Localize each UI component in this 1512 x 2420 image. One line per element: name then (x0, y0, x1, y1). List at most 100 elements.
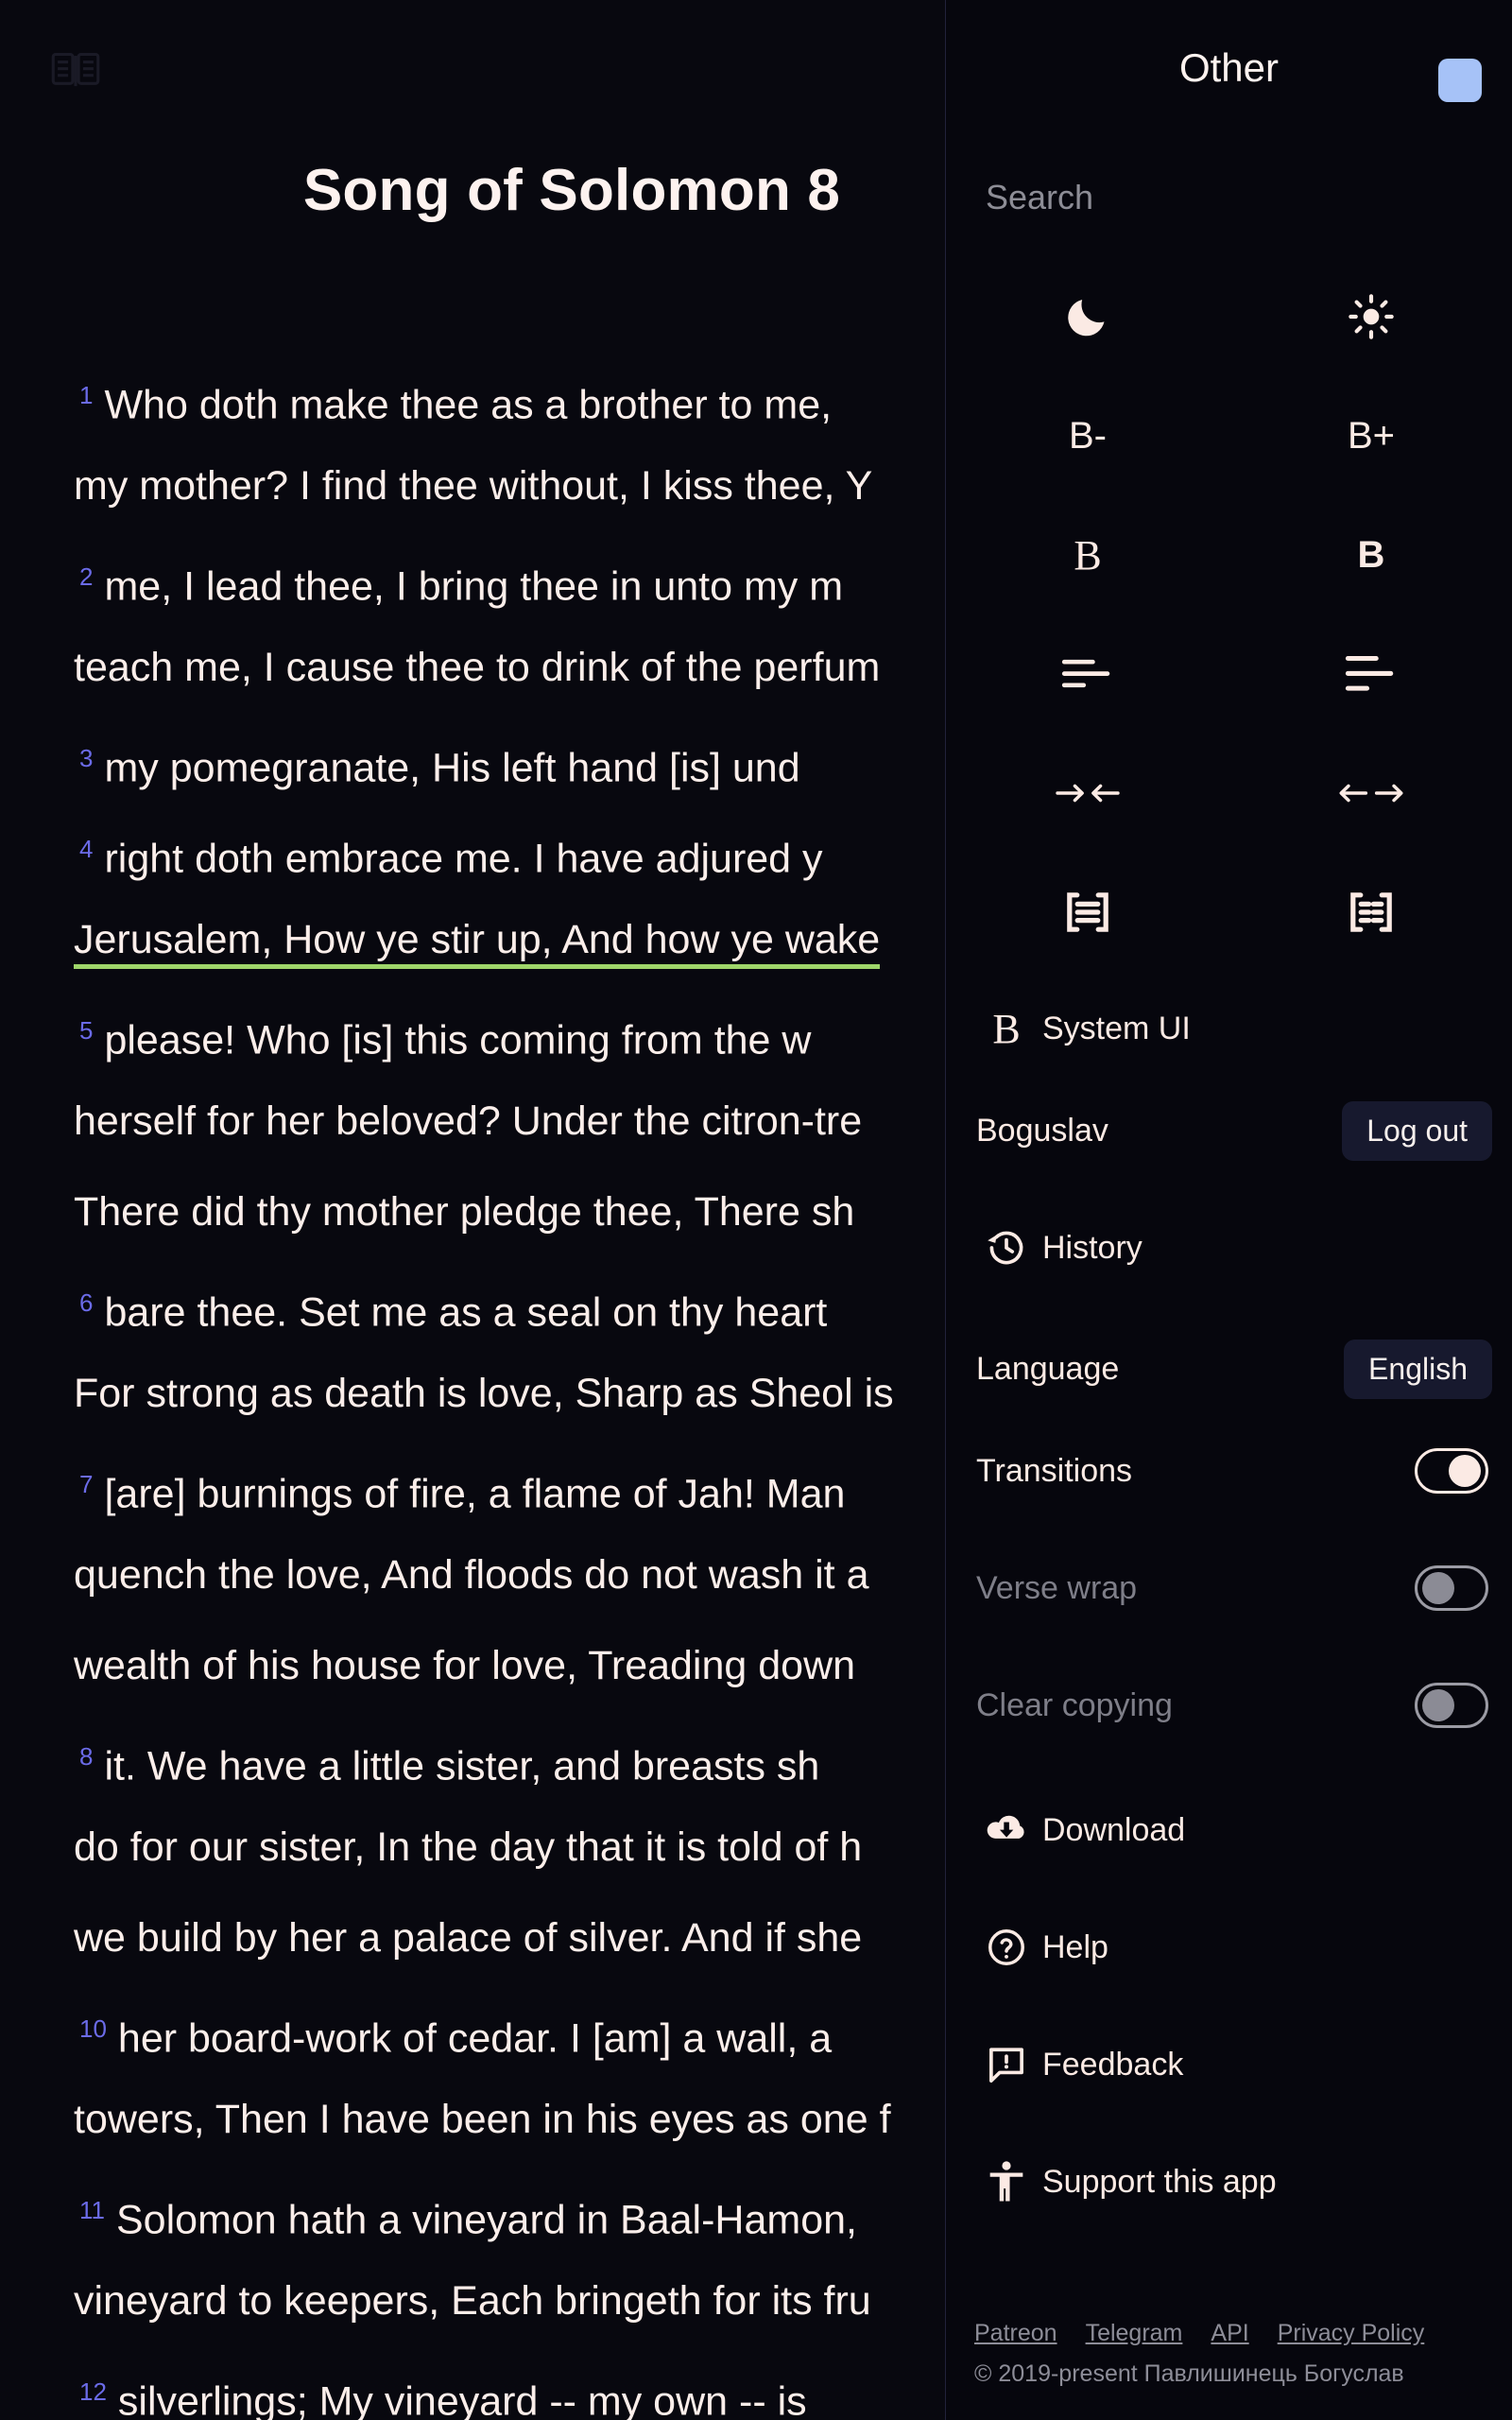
margin-decrease-icon[interactable] (946, 734, 1229, 853)
language-select[interactable]: English (1344, 1339, 1492, 1399)
verse-number: 2 (79, 562, 94, 591)
icon-grid-row (946, 614, 1512, 734)
book-open-icon[interactable] (49, 49, 102, 91)
single-column-icon[interactable] (946, 853, 1229, 972)
verse-line-text: towers, Then I have been in his eyes as … (74, 2097, 891, 2142)
clear-copying-toggle[interactable] (1415, 1683, 1488, 1728)
cloud-download-icon (971, 1811, 1042, 1849)
verse-line-text: Who doth make thee as a brother to me, (104, 382, 833, 428)
verse-line-text: vineyard to keepers, Each bringeth for i… (74, 2278, 871, 2324)
verse-line-text: herself for her beloved? Under the citro… (74, 1098, 863, 1144)
row-system-ui[interactable]: B System UI (946, 983, 1512, 1074)
verse-line-text: [are] burnings of fire, a flame of Jah! … (104, 1471, 846, 1517)
history-icon (971, 1227, 1042, 1269)
download-label: Download (1042, 1811, 1186, 1848)
verse-line-text: my pomegranate, His left hand [is] und (104, 745, 800, 791)
line-height-small-icon[interactable] (946, 614, 1229, 734)
verse-number: 5 (79, 1016, 94, 1045)
font-smaller-icon[interactable]: B- (946, 376, 1229, 495)
verse-number: 1 (79, 381, 94, 409)
panel-title: Other (1178, 45, 1280, 90)
font-larger-icon-label: B+ (1347, 414, 1396, 457)
font-bold-icon[interactable]: B (1229, 495, 1512, 614)
verse-number: 8 (79, 1742, 94, 1771)
app-root: Song of Solomon 8 1 Who doth make thee as… (0, 0, 1512, 2420)
font-serif-icon-label: B (1074, 531, 1102, 579)
verse-line-text: Jerusalem, How ye stir up, And how ye wa… (74, 917, 881, 969)
feedback-icon (971, 2044, 1042, 2085)
footer-link[interactable]: API (1211, 2320, 1248, 2347)
verse-line-text: There did thy mother pledge thee, There … (74, 1189, 855, 1235)
verse-line-text: silverlings; My vineyard -- my own -- is (117, 2378, 807, 2420)
verse-number: 3 (79, 744, 94, 772)
verse-line-text: quench the love, And floods do not wash … (74, 1552, 869, 1598)
appearance-icon-grid: B- B+ B B (946, 257, 1512, 972)
verse-line-text: my mother? I find thee without, I kiss t… (74, 463, 873, 509)
accessibility-icon (971, 2160, 1042, 2204)
footer-link[interactable]: Telegram (1086, 2320, 1183, 2347)
verse-wrap-toggle[interactable] (1415, 1565, 1488, 1611)
verse-line-text: wealth of his house for love, Treading d… (74, 1643, 856, 1688)
font-smaller-icon-label: B- (1069, 414, 1107, 457)
feedback-label: Feedback (1042, 2046, 1184, 2083)
transitions-toggle[interactable] (1415, 1448, 1488, 1494)
verse-number: 11 (79, 2196, 105, 2224)
clear-copying-label: Clear copying (976, 1686, 1173, 1723)
copyright-text: © 2019-present Павлишинець Богуслав (974, 2360, 1404, 2387)
row-feedback[interactable]: Feedback (946, 2019, 1512, 2110)
theme-color-swatch[interactable] (1438, 59, 1482, 102)
row-support[interactable]: Support this app (946, 2136, 1512, 2227)
account-name: Boguslav (976, 1112, 1108, 1149)
help-circle-icon (971, 1927, 1042, 1968)
verse-number: 12 (79, 2377, 107, 2406)
row-download[interactable]: Download (946, 1785, 1512, 1876)
font-larger-icon[interactable]: B+ (1229, 376, 1512, 495)
footer-link[interactable]: Patreon (974, 2320, 1057, 2347)
language-label: Language (976, 1350, 1120, 1387)
settings-panel: Other B-B+BB B System UI Boguslav Log ou… (945, 0, 1512, 2420)
verse-line-text: teach me, I cause thee to drink of the p… (74, 645, 881, 690)
font-serif-icon[interactable]: B (946, 495, 1229, 614)
log-out-button[interactable]: Log out (1342, 1100, 1492, 1161)
verse-line-text: we build by her a palace of silver. And … (74, 1915, 863, 1961)
verse-line-text: bare thee. Set me as a seal on thy heart (104, 1289, 828, 1336)
icon-grid-row (946, 853, 1512, 972)
icon-grid-row: BB (946, 495, 1512, 614)
sun-icon[interactable] (1229, 257, 1512, 376)
system-ui-label: System UI (1042, 1010, 1191, 1046)
row-clear-copying: Clear copying (946, 1660, 1512, 1751)
panel-header: Other (946, 0, 1512, 113)
verse-line-text: her board-work of cedar. I [am] a wall, … (117, 2015, 833, 2062)
moon-icon[interactable] (946, 257, 1229, 376)
history-label: History (1042, 1229, 1143, 1266)
verse-line-text: me, I lead thee, I bring thee in unto my… (104, 563, 844, 610)
icon-grid-row: B- B+ (946, 376, 1512, 495)
two-column-icon[interactable] (1229, 853, 1512, 972)
verse-number: 10 (79, 2014, 107, 2043)
verse-line-text: please! Who [is] this coming from the w (104, 1017, 812, 1063)
help-label: Help (1042, 1928, 1108, 1965)
row-language: Language English (946, 1323, 1512, 1414)
row-transitions: Transitions (946, 1426, 1512, 1516)
font-b-icon: B (992, 1005, 1021, 1052)
support-label: Support this app (1042, 2163, 1277, 2200)
verse-line-text: right doth embrace me. I have adjured y (104, 836, 823, 882)
transitions-label: Transitions (976, 1452, 1133, 1489)
verse-line-text: For strong as death is love, Sharp as Sh… (74, 1371, 894, 1416)
verse-number: 4 (79, 835, 94, 863)
row-help[interactable]: Help (946, 1902, 1512, 1993)
footer-link[interactable]: Privacy Policy (1278, 2320, 1425, 2347)
verse-line-text: it. We have a little sister, and breasts… (104, 1743, 820, 1789)
verse-wrap-label: Verse wrap (976, 1569, 1138, 1606)
margin-increase-icon[interactable] (1229, 734, 1512, 853)
row-verse-wrap: Verse wrap (946, 1543, 1512, 1634)
verse-line-text: do for our sister, In the day that it is… (74, 1824, 863, 1870)
icon-grid-row (946, 734, 1512, 853)
row-history[interactable]: History (946, 1202, 1512, 1293)
icon-grid-row (946, 257, 1512, 376)
font-bold-icon-label: B (1357, 533, 1385, 576)
line-height-large-icon[interactable] (1229, 614, 1512, 734)
verse-number: 7 (79, 1470, 94, 1498)
search-input[interactable] (986, 167, 1458, 228)
verse-number: 6 (79, 1288, 94, 1317)
